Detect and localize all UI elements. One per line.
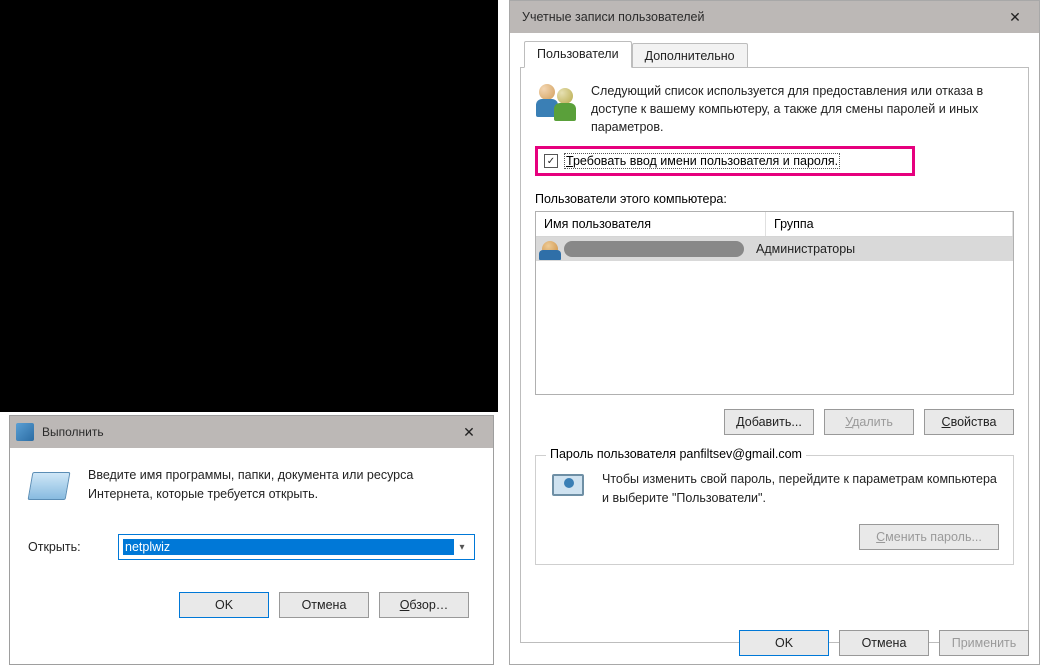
- tab-strip: Пользователи Дополнительно: [520, 41, 1029, 68]
- run-title: Выполнить: [42, 425, 104, 439]
- column-username[interactable]: Имя пользователя: [536, 212, 766, 236]
- close-icon[interactable]: ✕: [991, 1, 1039, 33]
- run-titlebar[interactable]: Выполнить ✕: [10, 416, 493, 448]
- list-header: Имя пользователя Группа: [536, 212, 1013, 237]
- column-group[interactable]: Группа: [766, 212, 1013, 236]
- ok-button[interactable]: OK: [739, 630, 829, 656]
- require-credentials-label: Требовать ввод имени пользователя и паро…: [564, 153, 840, 169]
- cancel-button[interactable]: Отмена: [839, 630, 929, 656]
- password-groupbox: Пароль пользователя panfiltsev@gmail.com…: [535, 455, 1014, 565]
- monitor-user-icon: [550, 470, 590, 510]
- ua-titlebar[interactable]: Учетные записи пользователей ✕: [510, 1, 1039, 33]
- browse-button[interactable]: Обзор…: [379, 592, 469, 618]
- password-text: Чтобы изменить свой пароль, перейдите к …: [602, 470, 999, 510]
- chevron-down-icon[interactable]: ▾: [454, 542, 470, 553]
- users-list-label: Пользователи этого компьютера:: [535, 192, 1014, 206]
- user-icon: [542, 241, 558, 257]
- remove-user-button: Удалить: [824, 409, 914, 435]
- run-dialog: Выполнить ✕ Введите имя программы, папки…: [9, 415, 494, 665]
- open-combobox[interactable]: netplwiz ▾: [118, 534, 475, 560]
- tab-panel-users: Следующий список используется для предос…: [520, 67, 1029, 643]
- table-row[interactable]: Администраторы: [536, 237, 1013, 261]
- open-label: Открыть:: [28, 540, 118, 554]
- tab-advanced[interactable]: Дополнительно: [632, 43, 748, 68]
- require-credentials-checkbox[interactable]: ✓: [544, 154, 558, 168]
- cancel-button[interactable]: Отмена: [279, 592, 369, 618]
- run-program-icon: [28, 466, 70, 508]
- user-accounts-dialog: Учетные записи пользователей ✕ Пользоват…: [509, 0, 1040, 665]
- ua-title: Учетные записи пользователей: [522, 10, 705, 24]
- dialog-button-row: OK Отмена Применить: [739, 630, 1029, 656]
- apply-button: Применить: [939, 630, 1029, 656]
- intro-text: Следующий список используется для предос…: [591, 82, 1014, 136]
- ok-button[interactable]: OK: [179, 592, 269, 618]
- password-groupbox-title: Пароль пользователя panfiltsev@gmail.com: [546, 447, 806, 461]
- username-cell-redacted: [564, 241, 744, 257]
- open-value[interactable]: netplwiz: [123, 539, 454, 555]
- run-window-icon: [16, 423, 34, 441]
- close-icon[interactable]: ✕: [445, 416, 493, 448]
- run-description: Введите имя программы, папки, документа …: [88, 466, 475, 508]
- add-user-button[interactable]: Добавить...: [724, 409, 814, 435]
- users-icon: [535, 82, 579, 126]
- users-listview[interactable]: Имя пользователя Группа Администраторы: [535, 211, 1014, 395]
- properties-button[interactable]: Свойства: [924, 409, 1014, 435]
- group-cell: Администраторы: [756, 242, 855, 256]
- change-password-button: Сменить пароль...: [859, 524, 999, 550]
- desktop-black-area: [0, 0, 498, 412]
- tab-users[interactable]: Пользователи: [524, 41, 632, 68]
- require-credentials-row[interactable]: ✓ Требовать ввод имени пользователя и па…: [535, 146, 915, 176]
